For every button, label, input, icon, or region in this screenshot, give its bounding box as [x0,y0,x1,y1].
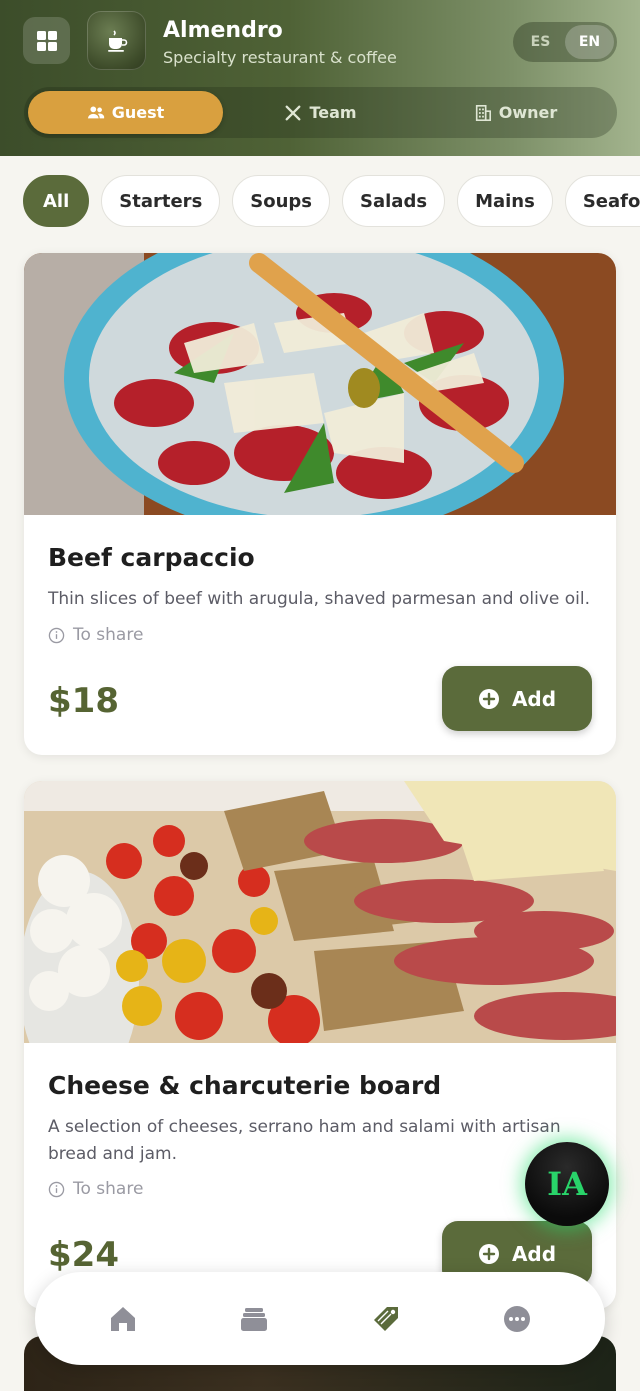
ai-assistant-button[interactable]: IA [525,1142,609,1226]
add-to-order-button[interactable]: Add [442,666,592,731]
menu-item-description: A selection of cheeses, serrano ham and … [48,1117,561,1164]
tag-icon [373,1306,398,1331]
category-chip-soups[interactable]: Soups [232,175,331,227]
language-switch[interactable]: ES EN [513,22,617,62]
menu-item-tag: To share [48,625,143,645]
role-guest-label: Guest [111,103,165,122]
building-icon [475,104,491,121]
app-title: Almendro [163,18,283,43]
menu-item-photo [24,781,616,1043]
lang-es-option[interactable]: ES [516,25,565,59]
home-icon [110,1306,135,1331]
coffee-cup-icon [107,29,127,52]
layers-icon [241,1307,268,1331]
utensils-icon [285,105,301,120]
more-icon [504,1305,531,1332]
role-team-label: Team [309,103,357,122]
info-icon [48,627,65,643]
menu-item-photo [24,253,616,515]
menu-grid-button[interactable] [23,17,70,64]
restaurant-logo [87,11,146,70]
role-guest-button[interactable]: Guest [28,91,223,134]
category-chip-mains[interactable]: Mains [457,175,553,227]
menu-item-name: Beef carpaccio [48,543,255,572]
menu-item-price: $18 [48,681,119,721]
menu-item-card[interactable]: Beef carpaccio Thin slices of beef with … [24,253,616,755]
menu-item-name: Cheese & charcuterie board [48,1071,442,1100]
menu-item-tag: To share [48,1179,143,1199]
category-chip-all[interactable]: All [23,175,90,227]
add-button-label: Add [511,686,557,711]
menu-item-tag-label: To share [73,1179,144,1199]
users-icon [87,106,104,118]
menu-item-card[interactable]: Cheese & charcuterie board A selection o… [24,781,616,1309]
category-chip-salads[interactable]: Salads [342,175,446,227]
grid-icon [36,30,57,51]
nav-menu[interactable] [356,1289,416,1349]
category-chips: All Starters Soups Salads Mains Seafood [23,175,640,227]
plus-circle-icon [478,688,499,709]
category-chip-seafood[interactable]: Seafood [564,175,640,227]
app-subtitle: Specialty restaurant & coffee [163,48,397,67]
nav-home[interactable] [93,1289,153,1349]
nav-more[interactable] [487,1289,547,1349]
menu-item-tag-label: To share [73,625,144,645]
category-chip-starters[interactable]: Starters [101,175,221,227]
info-icon [48,1181,65,1197]
role-team-button[interactable]: Team [223,91,418,134]
role-owner-button[interactable]: Owner [418,91,613,134]
role-owner-label: Owner [498,103,558,122]
lang-en-option[interactable]: EN [565,25,614,59]
menu-item-description: Thin slices of beef with arugula, shaved… [48,589,591,609]
app-header: Almendro Specialty restaurant & coffee E… [0,0,640,156]
plus-circle-icon [478,1243,499,1264]
menu-item-price: $24 [48,1235,119,1275]
add-button-label: Add [511,1241,557,1266]
bottom-navigation [35,1272,605,1365]
role-selector: Guest Team Owner [24,87,617,138]
nav-layers[interactable] [224,1289,284,1349]
